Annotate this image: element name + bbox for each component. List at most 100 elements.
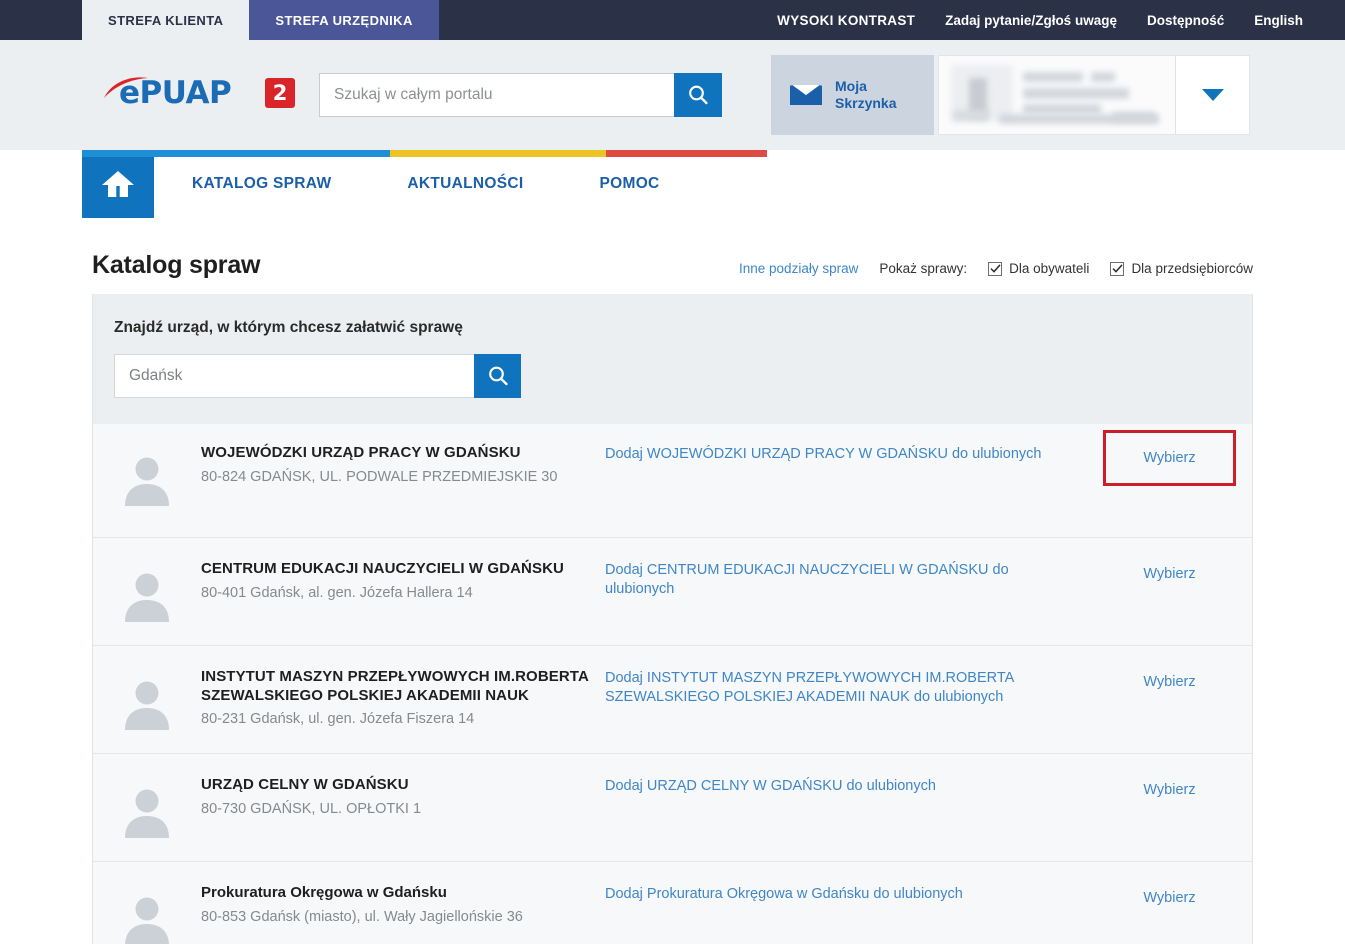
tab-strefa-urzednika-label: STREFA URZĘDNIKA (275, 12, 413, 28)
logo-version-badge: 2 (265, 78, 295, 108)
person-avatar-icon (125, 897, 169, 944)
link-dostepnosc[interactable]: Dostępność (1147, 13, 1224, 28)
office-name: Prokuratura Okręgowa w Gdańsku (201, 884, 447, 901)
search-icon (689, 85, 708, 105)
wybierz-button[interactable]: Wybierz (1133, 778, 1205, 802)
tab-strefa-klienta[interactable]: STREFA KLIENTA (82, 0, 250, 40)
avatar (93, 560, 201, 622)
person-avatar-icon (125, 681, 169, 730)
add-to-favorites-link[interactable]: Dodaj Prokuratura Okręgowa w Gdańsku do … (605, 886, 963, 902)
office-address: 80-824 GDAŃSK, UL. PODWALE PRZEDMIEJSKIE… (201, 468, 558, 485)
table-row: Prokuratura Okręgowa w Gdańsku 80-853 Gd… (93, 862, 1252, 944)
search-icon (488, 366, 508, 386)
action-cell: Wybierz (1087, 560, 1252, 586)
office-info: CENTRUM EDUKACJI NAUCZYCIELI W GDAŃSKU 8… (201, 560, 601, 602)
add-to-favorites-link[interactable]: Dodaj WOJEWÓDZKI URZĄD PRACY W GDAŃSKU d… (605, 446, 1041, 462)
add-to-favorites-link[interactable]: Dodaj URZĄD CELNY W GDAŃSKU do ulubionyc… (605, 778, 936, 794)
office-address: 80-853 Gdańsk (miasto), ul. Wały Jagiell… (201, 908, 523, 925)
nav-item-katalog-spraw-label: KATALOG SPRAW (192, 175, 332, 192)
office-finder-panel: Znajdź urząd, w którym chcesz załatwić s… (92, 294, 1253, 424)
table-row: INSTYTUT MASZYN PRZEPŁYWOWYCH IM.ROBERTA… (93, 646, 1252, 754)
check-icon (1112, 264, 1123, 273)
logo-wordmark: ePUAP (119, 75, 232, 111)
nav-item-pomoc-label: POMOC (599, 175, 660, 192)
action-cell: Wybierz (1087, 668, 1252, 694)
chevron-down-icon (1201, 89, 1224, 101)
add-to-favorites-link[interactable]: Dodaj INSTYTUT MASZYN PRZEPŁYWOWYCH IM.R… (605, 670, 1013, 705)
add-to-favorites-link[interactable]: Dodaj CENTRUM EDUKACJI NAUCZYCIELI W GDA… (605, 562, 1009, 597)
nav-item-group: KATALOG SPRAW AKTUALNOŚCI POMOC (154, 150, 698, 218)
link-english[interactable]: English (1254, 13, 1303, 28)
favorite-cell: Dodaj WOJEWÓDZKI URZĄD PRACY W GDAŃSKU d… (601, 444, 1087, 464)
epuap-logo[interactable]: ePUAP 2 (103, 71, 299, 119)
link-inne-podzialy-spraw[interactable]: Inne podziały spraw (739, 261, 858, 276)
filter-dla-obywateli[interactable]: Dla obywateli (988, 261, 1089, 276)
link-wysoki-kontrast[interactable]: WYSOKI KONTRAST (777, 13, 915, 28)
top-utility-bar: STREFA KLIENTA STREFA URZĘDNIKA WYSOKI K… (0, 0, 1345, 40)
site-header: ePUAP 2 Moja Skrzynka (0, 40, 1345, 150)
avatar (93, 884, 201, 944)
wybierz-button[interactable]: Wybierz (1133, 670, 1205, 694)
nav-item-aktualnosci-label: AKTUALNOŚCI (407, 175, 524, 192)
global-search-input[interactable] (319, 73, 674, 117)
office-info: INSTYTUT MASZYN PRZEPŁYWOWYCH IM.ROBERTA… (201, 668, 601, 729)
office-search-input[interactable] (114, 354, 474, 398)
favorite-cell: Dodaj INSTYTUT MASZYN PRZEPŁYWOWYCH IM.R… (601, 668, 1087, 708)
global-search-button[interactable] (674, 73, 722, 117)
moja-skrzynka-button[interactable]: Moja Skrzynka (771, 55, 934, 135)
checkbox-dla-przedsiebiorcow[interactable] (1110, 261, 1125, 276)
user-account-box (938, 55, 1250, 135)
link-zadaj-pytanie[interactable]: Zadaj pytanie/Zgłoś uwagę (945, 13, 1117, 28)
accent-yellow (390, 150, 606, 157)
checkbox-dla-obywateli[interactable] (988, 261, 1003, 276)
table-row: URZĄD CELNY W GDAŃSKU 80-730 GDAŃSK, UL.… (93, 754, 1252, 862)
zone-tab-group: STREFA KLIENTA STREFA URZĘDNIKA (82, 0, 439, 40)
page-content: Katalog spraw Inne podziały spraw Pokaż … (0, 218, 1345, 944)
global-search (319, 73, 722, 117)
main-navigation: KATALOG SPRAW AKTUALNOŚCI POMOC (0, 150, 1345, 218)
action-cell: Wybierz (1087, 430, 1252, 486)
favorite-cell: Dodaj Prokuratura Okręgowa w Gdańsku do … (601, 884, 1087, 904)
office-info: URZĄD CELNY W GDAŃSKU 80-730 GDAŃSK, UL.… (201, 776, 601, 818)
office-results-list: WOJEWÓDZKI URZĄD PRACY W GDAŃSKU 80-824 … (92, 424, 1253, 944)
wybierz-button[interactable]: Wybierz (1133, 886, 1205, 910)
show-cases-label: Pokaż sprawy: (879, 261, 968, 276)
office-address: 80-231 Gdańsk, ul. gen. Józefa Fiszera 1… (201, 711, 475, 728)
office-search-button[interactable] (474, 354, 521, 398)
office-name: INSTYTUT MASZYN PRZEPŁYWOWYCH IM.ROBERTA… (201, 668, 589, 704)
avatar (93, 776, 201, 838)
filter-dla-obywateli-label: Dla obywateli (1009, 261, 1090, 276)
table-row: CENTRUM EDUKACJI NAUCZYCIELI W GDAŃSKU 8… (93, 538, 1252, 646)
user-identity-redacted (939, 56, 1175, 134)
office-name: WOJEWÓDZKI URZĄD PRACY W GDAŃSKU (201, 444, 521, 461)
nav-item-katalog-spraw[interactable]: KATALOG SPRAW (154, 150, 369, 218)
utility-links: WYSOKI KONTRAST Zadaj pytanie/Zgłoś uwag… (777, 0, 1345, 40)
person-avatar-icon (125, 457, 169, 506)
accent-blue (82, 150, 390, 157)
nav-home-button[interactable] (82, 150, 154, 218)
check-icon (990, 264, 1001, 273)
office-info: WOJEWÓDZKI URZĄD PRACY W GDAŃSKU 80-824 … (201, 444, 601, 486)
tab-strefa-urzednika[interactable]: STREFA URZĘDNIKA (249, 0, 439, 40)
user-menu-toggle[interactable] (1175, 56, 1249, 134)
moja-skrzynka-label: Moja Skrzynka (835, 77, 897, 112)
office-name: URZĄD CELNY W GDAŃSKU (201, 776, 409, 793)
favorite-cell: Dodaj CENTRUM EDUKACJI NAUCZYCIELI W GDA… (601, 560, 1087, 600)
content-header: Katalog spraw Inne podziały spraw Pokaż … (92, 218, 1253, 280)
nav-item-aktualnosci[interactable]: AKTUALNOŚCI (369, 150, 561, 218)
avatar (93, 444, 201, 506)
nav-item-pomoc[interactable]: POMOC (561, 150, 697, 218)
office-finder-label: Znajdź urząd, w którym chcesz załatwić s… (114, 319, 463, 336)
filter-dla-przedsiebiorcow-label: Dla przedsiębiorców (1131, 261, 1253, 276)
favorite-cell: Dodaj URZĄD CELNY W GDAŃSKU do ulubionyc… (601, 776, 1087, 796)
person-avatar-icon (125, 789, 169, 838)
wybierz-button[interactable]: Wybierz (1103, 430, 1236, 486)
person-avatar-icon (125, 573, 169, 622)
office-address: 80-730 GDAŃSK, UL. OPŁOTKI 1 (201, 800, 422, 817)
office-name: CENTRUM EDUKACJI NAUCZYCIELI W GDAŃSKU (201, 560, 564, 577)
office-address: 80-401 Gdańsk, al. gen. Józefa Hallera 1… (201, 584, 473, 601)
home-icon (102, 171, 134, 197)
filter-dla-przedsiebiorcow[interactable]: Dla przedsiębiorców (1110, 261, 1253, 276)
wybierz-button[interactable]: Wybierz (1133, 562, 1205, 586)
action-cell: Wybierz (1087, 776, 1252, 802)
